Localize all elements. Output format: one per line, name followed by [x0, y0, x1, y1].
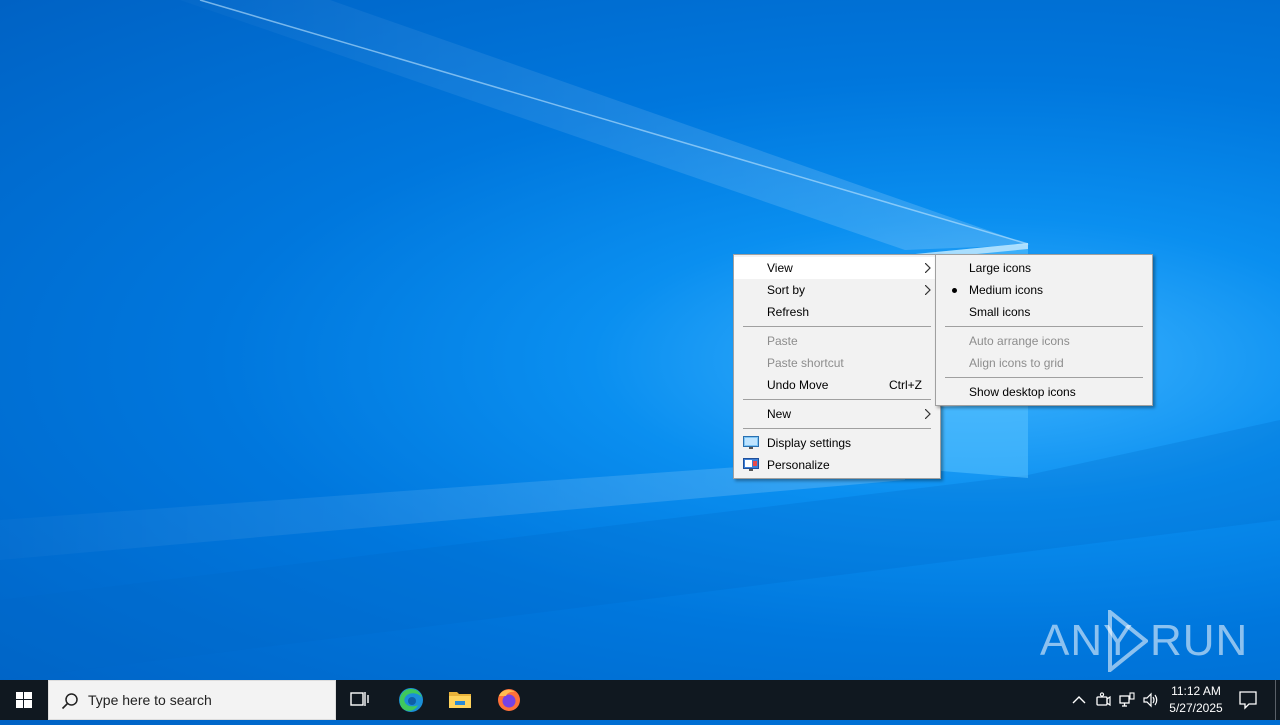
menu-item-paste: Paste — [734, 330, 940, 352]
menu-separator — [743, 326, 931, 327]
file-explorer-icon — [449, 692, 471, 708]
search-icon — [61, 693, 78, 710]
menu-item-label: Show desktop icons — [969, 385, 1076, 399]
menu-item-refresh[interactable]: Refresh — [734, 301, 940, 323]
menu-separator — [945, 326, 1143, 327]
chevron-right-icon — [925, 409, 931, 419]
display-settings-icon — [743, 436, 759, 449]
menu-separator — [945, 377, 1143, 378]
menu-item-label: New — [767, 407, 792, 421]
menu-item-shortcut: Ctrl+Z — [889, 378, 922, 392]
taskbar: Type here to search 11:12 AM 5/27/2025 — [0, 680, 1280, 720]
menu-separator — [743, 399, 931, 400]
menu-item-sort-by[interactable]: Sort by — [734, 279, 940, 301]
clock-time: 11:12 AM — [1171, 684, 1221, 698]
view-submenu: Large icons Medium icons Small icons Aut… — [935, 254, 1153, 406]
watermark-text-right: RUN — [1150, 616, 1249, 665]
edge-icon — [399, 688, 423, 712]
firefox-taskbar-button[interactable] — [485, 680, 533, 720]
notification-icon — [1239, 691, 1257, 710]
menu-item-label: Display settings — [767, 436, 852, 450]
task-view-button[interactable] — [336, 680, 384, 720]
submenu-item-medium-icons[interactable]: Medium icons — [936, 279, 1152, 301]
submenu-item-show-desktop-icons[interactable]: Show desktop icons — [936, 381, 1152, 403]
menu-item-label: View — [767, 261, 793, 275]
menu-item-undo-move[interactable]: Undo Move Ctrl+Z — [734, 374, 940, 396]
menu-item-label: Paste shortcut — [767, 356, 844, 370]
start-button[interactable] — [0, 680, 48, 720]
volume-icon[interactable] — [1142, 691, 1160, 709]
show-desktop-button[interactable] — [1275, 680, 1280, 720]
menu-item-label: Sort by — [767, 283, 806, 297]
menu-item-display-settings[interactable]: Display settings — [734, 432, 940, 454]
menu-item-label: Align icons to grid — [969, 356, 1064, 370]
submenu-item-auto-arrange: Auto arrange icons — [936, 330, 1152, 352]
menu-item-paste-shortcut: Paste shortcut — [734, 352, 940, 374]
menu-item-label: Undo Move — [767, 378, 829, 392]
taskbar-search-box[interactable]: Type here to search — [48, 680, 336, 720]
taskbar-clock[interactable]: 11:12 AM 5/27/2025 — [1160, 683, 1232, 717]
chevron-up-icon[interactable] — [1070, 691, 1088, 709]
action-center-button[interactable] — [1232, 680, 1274, 720]
network-icon[interactable] — [1118, 691, 1136, 709]
clock-date: 5/27/2025 — [1169, 701, 1223, 715]
submenu-item-small-icons[interactable]: Small icons — [936, 301, 1152, 323]
menu-item-label: Personalize — [767, 458, 830, 472]
desktop-context-menu: View Sort by Refresh Paste Paste shortcu… — [733, 254, 941, 479]
menu-item-view[interactable]: View — [734, 257, 940, 279]
firefox-icon — [498, 689, 520, 711]
submenu-item-align-to-grid: Align icons to grid — [936, 352, 1152, 374]
file-explorer-taskbar-button[interactable] — [436, 680, 484, 720]
menu-item-label: Medium icons — [969, 283, 1044, 297]
submenu-item-large-icons[interactable]: Large icons — [936, 257, 1152, 279]
meet-now-icon[interactable] — [1094, 691, 1112, 709]
menu-item-personalize[interactable]: Personalize — [734, 454, 940, 476]
windows-logo-icon — [16, 692, 32, 708]
chevron-right-icon — [925, 285, 931, 295]
menu-item-new[interactable]: New — [734, 403, 940, 425]
personalize-icon — [743, 458, 759, 471]
task-view-icon — [350, 692, 369, 706]
menu-item-label: Large icons — [969, 261, 1032, 275]
chevron-right-icon — [925, 263, 931, 273]
menu-separator — [743, 428, 931, 429]
edge-taskbar-button[interactable] — [387, 680, 435, 720]
play-icon — [1108, 610, 1148, 672]
menu-item-label: Small icons — [969, 305, 1031, 319]
menu-item-label: Paste — [767, 334, 798, 348]
radio-bullet-icon — [952, 288, 957, 293]
menu-item-label: Auto arrange icons — [969, 334, 1070, 348]
search-placeholder: Type here to search — [88, 692, 212, 708]
menu-item-label: Refresh — [767, 305, 810, 319]
